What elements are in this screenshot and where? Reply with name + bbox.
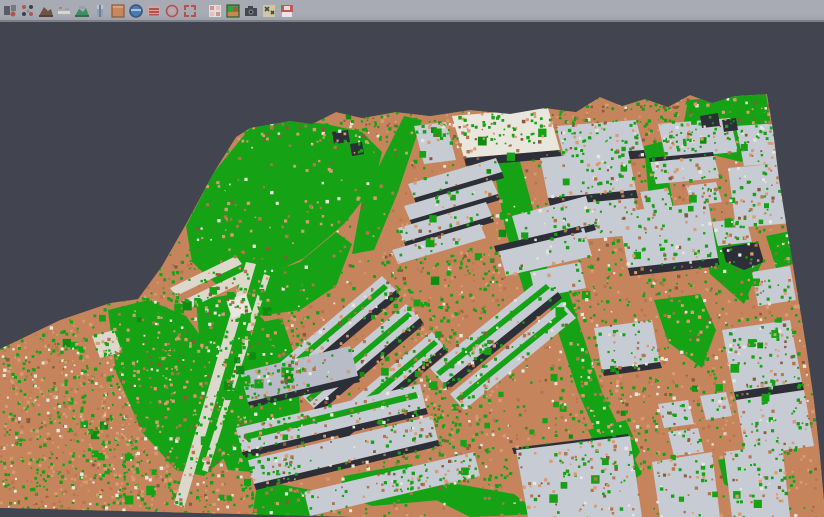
point-cloud-icon-glyph bbox=[2, 3, 18, 19]
ground-points-icon-glyph bbox=[56, 3, 72, 19]
attribute-table-icon[interactable] bbox=[146, 3, 162, 19]
classification-map-icon[interactable] bbox=[225, 3, 241, 19]
ortho-image-icon-glyph bbox=[110, 3, 126, 19]
attribute-table-icon-glyph bbox=[146, 3, 162, 19]
rect-select-icon-glyph bbox=[182, 3, 198, 19]
camera-icon[interactable] bbox=[243, 3, 259, 19]
globe-icon[interactable] bbox=[128, 3, 144, 19]
grid-select-icon[interactable] bbox=[207, 3, 223, 19]
classify-points-icon-glyph bbox=[20, 3, 36, 19]
terrain-model-icon-glyph bbox=[38, 3, 54, 19]
camera-icon-glyph bbox=[243, 3, 259, 19]
cross-section-icon-glyph bbox=[92, 3, 108, 19]
terrain-model-icon[interactable] bbox=[38, 3, 54, 19]
vegetation-model-icon[interactable] bbox=[74, 3, 90, 19]
rect-select-icon[interactable] bbox=[182, 3, 198, 19]
main-toolbar bbox=[0, 0, 824, 22]
classify-points-icon[interactable] bbox=[20, 3, 36, 19]
save-view-icon-glyph bbox=[279, 3, 295, 19]
save-view-icon[interactable] bbox=[279, 3, 295, 19]
vegetation-model-icon-glyph bbox=[74, 3, 90, 19]
application-window bbox=[0, 0, 824, 517]
point-cloud-icon[interactable] bbox=[2, 3, 18, 19]
clear-selection-icon[interactable] bbox=[261, 3, 277, 19]
toolbar-group bbox=[1, 0, 199, 19]
toolbar-group bbox=[206, 0, 296, 19]
ortho-image-icon[interactable] bbox=[110, 3, 126, 19]
ground-points-icon[interactable] bbox=[56, 3, 72, 19]
cross-section-icon[interactable] bbox=[92, 3, 108, 19]
circle-select-icon-glyph bbox=[164, 3, 180, 19]
globe-icon-glyph bbox=[128, 3, 144, 19]
circle-select-icon[interactable] bbox=[164, 3, 180, 19]
clear-selection-icon-glyph bbox=[261, 3, 277, 19]
grid-select-icon-glyph bbox=[207, 3, 223, 19]
classification-map-icon-glyph bbox=[225, 3, 241, 19]
viewport-3d[interactable] bbox=[0, 24, 824, 517]
point-cloud-scene bbox=[0, 24, 824, 517]
